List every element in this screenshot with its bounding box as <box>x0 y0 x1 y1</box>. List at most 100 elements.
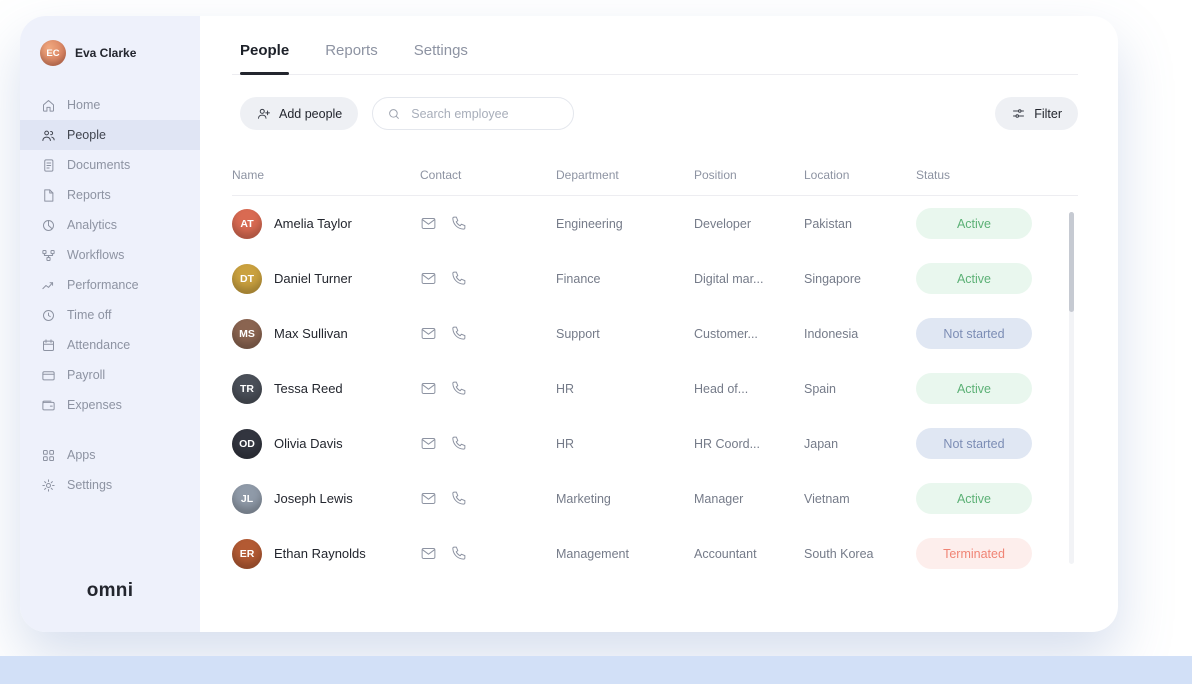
app-window: EC Eva Clarke HomePeopleDocumentsReports… <box>20 16 1118 632</box>
sidebar-item-attendance[interactable]: Attendance <box>20 330 200 360</box>
sidebar-nav: HomePeopleDocumentsReportsAnalyticsWorkf… <box>20 90 200 420</box>
employee-name-cell: MSMax Sullivan <box>232 319 420 349</box>
tab-reports[interactable]: Reports <box>325 42 378 74</box>
user-name: Eva Clarke <box>75 46 136 60</box>
sidebar-item-reports[interactable]: Reports <box>20 180 200 210</box>
employee-name: Tessa Reed <box>274 381 343 396</box>
apps-icon <box>41 448 56 463</box>
location-cell: Spain <box>804 382 916 396</box>
employee-name: Olivia Davis <box>274 436 343 451</box>
phone-icon[interactable] <box>450 380 467 397</box>
status-cell: Not started <box>916 318 1078 349</box>
employee-name: Joseph Lewis <box>274 491 353 506</box>
sidebar-item-workflows[interactable]: Workflows <box>20 240 200 270</box>
analytics-icon <box>41 218 56 233</box>
email-icon[interactable] <box>420 270 437 287</box>
sidebar-item-home[interactable]: Home <box>20 90 200 120</box>
employee-name-cell: JLJoseph Lewis <box>232 484 420 514</box>
sidebar-item-settings[interactable]: Settings <box>20 470 200 500</box>
status-badge: Active <box>916 483 1032 514</box>
sidebar-item-label: Attendance <box>67 338 130 352</box>
scrollbar-thumb[interactable] <box>1069 212 1074 312</box>
email-icon[interactable] <box>420 435 437 452</box>
table-row[interactable]: DTDaniel TurnerFinanceDigital mar...Sing… <box>232 251 1078 306</box>
table-row[interactable]: JLJoseph LewisMarketingManagerVietnamAct… <box>232 471 1078 526</box>
table-header: NameContactDepartmentPositionLocationSta… <box>232 154 1078 196</box>
search-input[interactable] <box>409 106 559 122</box>
filter-button[interactable]: Filter <box>995 97 1078 130</box>
search-icon <box>387 107 401 121</box>
position-cell: Head of... <box>694 382 804 396</box>
documents-icon <box>41 158 56 173</box>
sidebar-item-time-off[interactable]: Time off <box>20 300 200 330</box>
phone-icon[interactable] <box>450 215 467 232</box>
column-header-status: Status <box>916 168 1078 182</box>
location-cell: Pakistan <box>804 217 916 231</box>
gear-icon <box>41 478 56 493</box>
calendar-icon <box>41 338 56 353</box>
sidebar-item-performance[interactable]: Performance <box>20 270 200 300</box>
sidebar-item-label: Time off <box>67 308 111 322</box>
phone-icon[interactable] <box>450 435 467 452</box>
employee-name-cell: DTDaniel Turner <box>232 264 420 294</box>
email-icon[interactable] <box>420 215 437 232</box>
scrollbar-track[interactable] <box>1069 212 1074 564</box>
employee-name: Max Sullivan <box>274 326 348 341</box>
table-row[interactable]: TRTessa ReedHRHead of...SpainActive <box>232 361 1078 416</box>
contact-cell <box>420 435 556 452</box>
sidebar-nav-secondary: Apps Settings <box>20 440 200 500</box>
add-person-icon <box>256 106 271 121</box>
employee-name-cell: ODOlivia Davis <box>232 429 420 459</box>
sidebar-item-apps[interactable]: Apps <box>20 440 200 470</box>
sidebar-item-people[interactable]: People <box>20 120 200 150</box>
user-avatar: EC <box>40 40 66 66</box>
search-box <box>372 97 574 130</box>
phone-icon[interactable] <box>450 325 467 342</box>
workflows-icon <box>41 248 56 263</box>
employee-avatar: TR <box>232 374 262 404</box>
people-icon <box>41 128 56 143</box>
table-row[interactable]: EREthan RaynoldsManagementAccountantSout… <box>232 526 1078 581</box>
table-row[interactable]: ATAmelia TaylorEngineeringDeveloperPakis… <box>232 196 1078 251</box>
add-people-button[interactable]: Add people <box>240 97 358 130</box>
main-content: People Reports Settings Add people Filter <box>200 16 1118 632</box>
status-badge: Active <box>916 208 1032 239</box>
email-icon[interactable] <box>420 490 437 507</box>
sidebar-item-label: Payroll <box>67 368 105 382</box>
email-icon[interactable] <box>420 325 437 342</box>
tab-people[interactable]: People <box>240 42 289 74</box>
clock-icon <box>41 308 56 323</box>
position-cell: Accountant <box>694 547 804 561</box>
contact-cell <box>420 545 556 562</box>
status-badge: Terminated <box>916 538 1032 569</box>
sidebar-item-analytics[interactable]: Analytics <box>20 210 200 240</box>
phone-icon[interactable] <box>450 490 467 507</box>
tab-settings[interactable]: Settings <box>414 42 468 74</box>
employee-name-cell: ATAmelia Taylor <box>232 209 420 239</box>
email-icon[interactable] <box>420 545 437 562</box>
column-header-name: Name <box>232 168 420 182</box>
employee-name: Ethan Raynolds <box>274 546 366 561</box>
phone-icon[interactable] <box>450 545 467 562</box>
sidebar-item-documents[interactable]: Documents <box>20 150 200 180</box>
sidebar-item-label: Settings <box>67 478 112 492</box>
toolbar: Add people Filter <box>232 97 1078 130</box>
logo-text: omni <box>87 580 134 602</box>
user-profile[interactable]: EC Eva Clarke <box>20 40 200 66</box>
contact-cell <box>420 380 556 397</box>
email-icon[interactable] <box>420 380 437 397</box>
department-cell: Management <box>556 547 694 561</box>
department-cell: Engineering <box>556 217 694 231</box>
department-cell: HR <box>556 382 694 396</box>
sidebar-item-label: Expenses <box>67 398 122 412</box>
table-row[interactable]: MSMax SullivanSupportCustomer...Indonesi… <box>232 306 1078 361</box>
phone-icon[interactable] <box>450 270 467 287</box>
sidebar-item-payroll[interactable]: Payroll <box>20 360 200 390</box>
employee-name-cell: TR Tessa Reed <box>232 374 420 404</box>
location-cell: Japan <box>804 437 916 451</box>
table-row[interactable]: ODOlivia DavisHRHR Coord...JapanNot star… <box>232 416 1078 471</box>
contact-cell <box>420 325 556 342</box>
column-header-contact: Contact <box>420 168 556 182</box>
location-cell: South Korea <box>804 547 916 561</box>
sidebar-item-expenses[interactable]: Expenses <box>20 390 200 420</box>
